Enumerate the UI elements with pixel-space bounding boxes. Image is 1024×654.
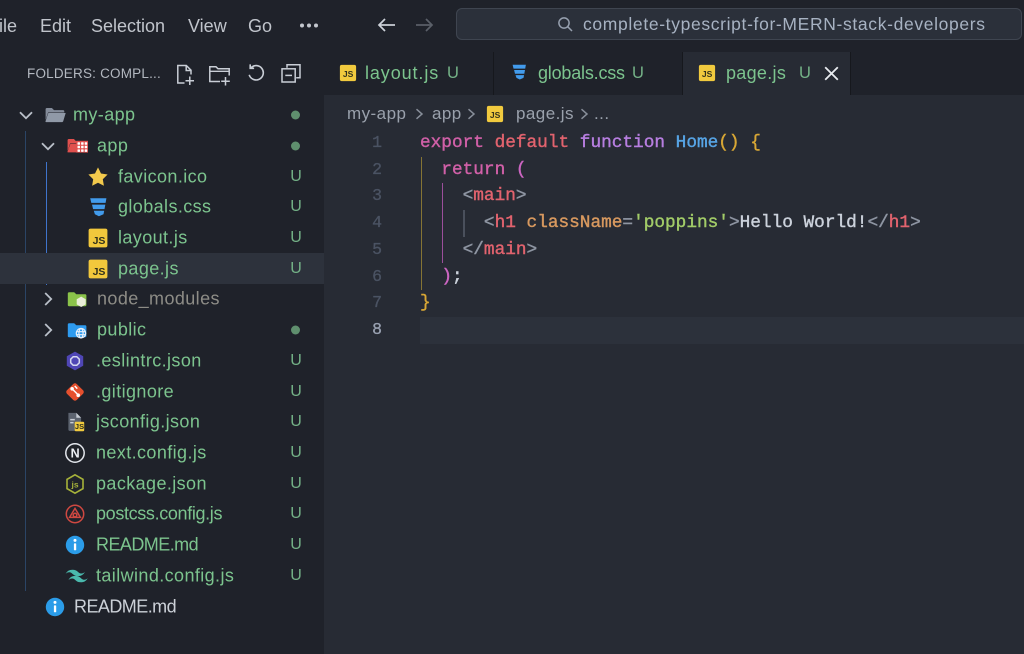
svg-text:JS: JS [93,235,106,247]
svg-text:JS: JS [93,266,106,278]
svg-text:N: N [71,446,80,460]
svg-text:JS: JS [702,69,713,79]
svg-text:JS: JS [490,110,501,120]
svg-text:js: js [70,479,78,489]
svg-text:JS: JS [75,422,84,431]
svg-text:JS: JS [343,69,354,79]
